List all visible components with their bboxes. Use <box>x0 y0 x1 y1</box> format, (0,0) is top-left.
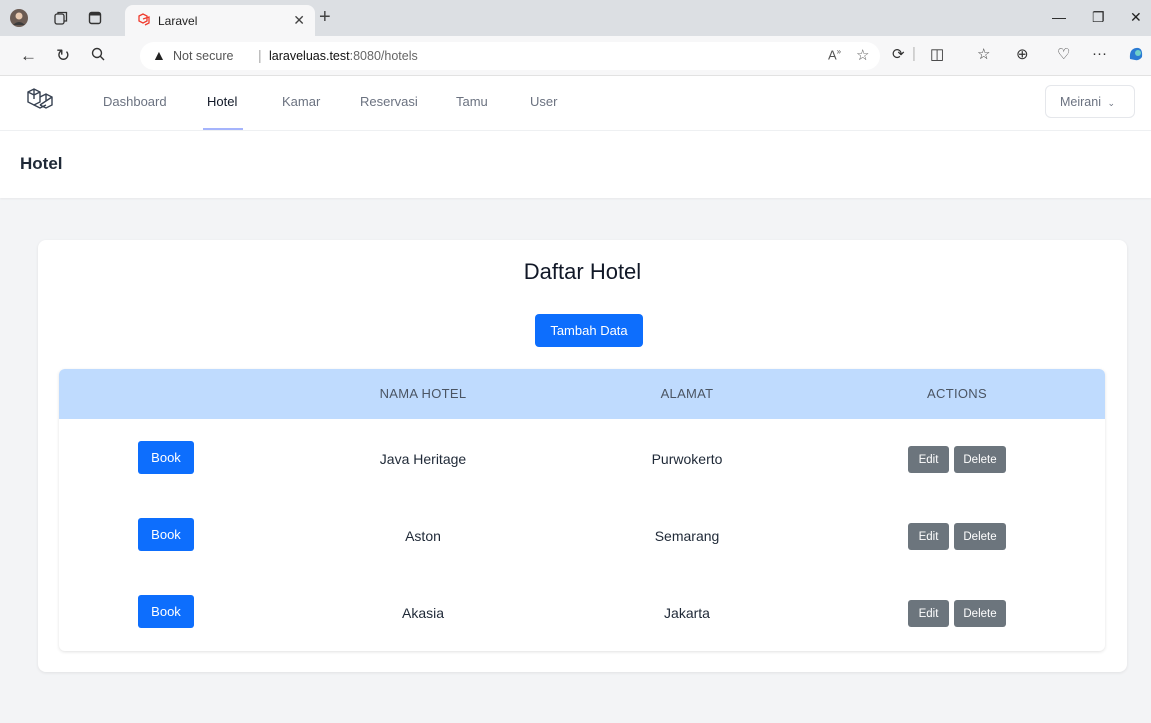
hotel-name-cell: Java Heritage <box>379 451 467 467</box>
table-row: Book Java Heritage Purwokerto Edit Delet… <box>59 421 1105 498</box>
chevron-down-icon: ⌄ <box>1107 98 1116 108</box>
nav-hotel[interactable]: Hotel <box>207 94 237 109</box>
close-window-icon[interactable]: ✕ <box>1130 9 1142 26</box>
close-tab-icon[interactable]: ✕ <box>293 12 305 29</box>
app-navbar: Dashboard Hotel Kamar Reservasi Tamu Use… <box>0 76 1151 131</box>
table-row: Book Akasia Jakarta Edit Delete <box>59 575 1105 651</box>
nav-user[interactable]: User <box>530 94 557 109</box>
favorites-icon[interactable]: ☆ <box>977 45 990 63</box>
url-separator: | <box>258 47 262 63</box>
page-header: Hotel <box>0 131 1151 198</box>
copilot-icon[interactable] <box>1127 45 1145 67</box>
collections-icon[interactable]: ⊕ <box>1016 45 1029 63</box>
url-text[interactable]: laraveluas.test:8080/hotels <box>269 49 418 63</box>
table-row: Book Aston Semarang Edit Delete <box>59 498 1105 575</box>
workspaces-icon[interactable] <box>52 9 70 27</box>
book-button[interactable]: Book <box>138 595 194 628</box>
address-cell: Semarang <box>654 528 720 544</box>
nav-tamu[interactable]: Tamu <box>456 94 488 109</box>
hotel-table: NAMA HOTEL ALAMAT ACTIONS Book Java Heri… <box>59 369 1105 651</box>
page-title: Hotel <box>20 154 63 173</box>
warning-icon[interactable]: ▲ <box>152 47 166 63</box>
refresh-icon[interactable]: ↻ <box>56 46 70 66</box>
delete-button[interactable]: Delete <box>954 523 1006 550</box>
column-header-nama-hotel: NAMA HOTEL <box>379 386 467 401</box>
column-header-actions: ACTIONS <box>927 386 987 401</box>
delete-button[interactable]: Delete <box>954 446 1006 473</box>
tab-actions-icon[interactable] <box>86 9 104 27</box>
toolbar-divider: | <box>912 45 916 62</box>
book-button[interactable]: Book <box>138 441 194 474</box>
edit-button[interactable]: Edit <box>908 523 949 550</box>
extensions-icon[interactable]: ⟳ <box>892 45 905 63</box>
hotel-name-cell: Akasia <box>401 605 445 621</box>
user-name: Meirani <box>1060 95 1101 109</box>
laravel-logo-icon[interactable] <box>25 85 55 115</box>
url-host: laraveluas.test <box>269 49 350 63</box>
book-button[interactable]: Book <box>138 518 194 551</box>
card-title: Daftar Hotel <box>523 259 642 284</box>
delete-button[interactable]: Delete <box>954 600 1006 627</box>
hotel-list-card: Daftar Hotel Tambah Data NAMA HOTEL ALAM… <box>38 240 1127 672</box>
edit-button[interactable]: Edit <box>908 600 949 627</box>
user-menu-button[interactable]: Meirani ⌄ <box>1045 85 1135 118</box>
edit-button[interactable]: Edit <box>908 446 949 473</box>
address-cell: Jakarta <box>664 605 710 621</box>
table-header: NAMA HOTEL ALAMAT ACTIONS <box>59 369 1105 419</box>
split-screen-icon[interactable]: ◫ <box>930 45 944 63</box>
security-status[interactable]: Not secure <box>173 49 233 63</box>
address-cell: Purwokerto <box>651 451 723 467</box>
url-path: :8080/hotels <box>349 49 418 63</box>
browser-address-row: ← ↻ ▲ Not secure | laraveluas.test:8080/… <box>0 36 1151 76</box>
new-tab-icon[interactable]: + <box>319 6 331 29</box>
browser-tab-bar: Laravel ✕ + — ❐ ✕ <box>0 0 1151 36</box>
active-nav-indicator <box>203 128 243 130</box>
browser-essentials-icon[interactable]: ♡ <box>1057 45 1070 63</box>
search-icon[interactable] <box>91 47 105 65</box>
profile-avatar-icon[interactable] <box>10 9 28 27</box>
laravel-favicon-icon <box>138 13 150 26</box>
read-aloud-icon[interactable]: A» <box>828 47 841 62</box>
tab-title: Laravel <box>158 14 198 28</box>
hotel-name-cell: Aston <box>405 528 441 544</box>
nav-kamar[interactable]: Kamar <box>282 94 320 109</box>
column-header-alamat: ALAMAT <box>660 386 714 401</box>
add-data-button[interactable]: Tambah Data <box>535 314 643 347</box>
nav-dashboard[interactable]: Dashboard <box>103 94 167 109</box>
browser-tab[interactable]: Laravel ✕ <box>125 5 315 36</box>
favorite-star-icon[interactable]: ☆ <box>856 46 869 64</box>
nav-reservasi[interactable]: Reservasi <box>360 94 418 109</box>
minimize-icon[interactable]: — <box>1052 9 1066 25</box>
more-menu-icon[interactable]: ··· <box>1092 45 1107 62</box>
address-bar[interactable]: ▲ Not secure | laraveluas.test:8080/hote… <box>140 42 880 70</box>
back-icon[interactable]: ← <box>20 46 37 66</box>
restore-icon[interactable]: ❐ <box>1092 9 1105 26</box>
